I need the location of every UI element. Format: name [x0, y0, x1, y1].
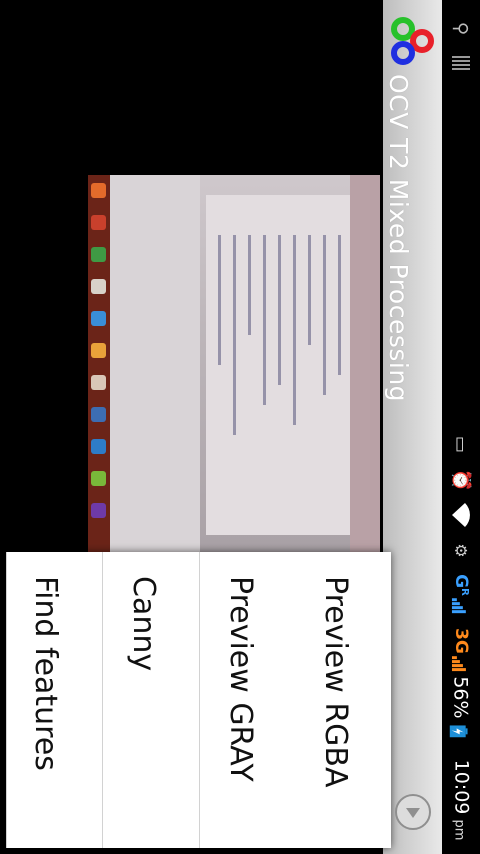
app-title: OCV T2 Mixed Processing	[384, 74, 413, 403]
photo-dock	[88, 175, 110, 555]
network-signal-3g: 3G	[442, 622, 480, 678]
back-arrow-icon	[406, 808, 420, 818]
usb-icon: ⚲	[450, 21, 472, 35]
screen-rotation-icon: ▭	[450, 435, 472, 453]
wifi-icon	[442, 500, 480, 530]
usb-debugging-icon: ⚙	[451, 542, 471, 558]
opencv-logo	[391, 17, 434, 65]
camera-frame-photo	[88, 175, 380, 555]
battery-icon	[450, 725, 469, 738]
menu-item-preview-gray[interactable]: Preview GRAY	[199, 552, 296, 848]
battery-percent: 56%	[450, 676, 473, 719]
overflow-menu: Preview RGBA Preview GRAY Canny Find fea…	[6, 552, 391, 848]
menu-item-preview-rgba[interactable]: Preview RGBA	[295, 552, 391, 848]
photo-sidebar	[110, 175, 200, 555]
battery-indicator: 56%	[442, 676, 480, 738]
photo-window-titlebar	[350, 175, 380, 555]
status-bar: ⚲ ▭ ⏰ ⚙ GR 3G 56% 10:09 pm	[442, 0, 480, 854]
clock: 10:09 pm	[450, 759, 472, 841]
menu-item-label: Canny	[126, 576, 161, 672]
navigation-bar	[392, 791, 442, 837]
network-signal-g: GR	[442, 566, 480, 622]
back-button[interactable]	[395, 794, 431, 830]
overflow-icon	[442, 52, 480, 74]
menu-item-label: Preview GRAY	[223, 576, 258, 782]
action-bar: OCV T2 Mixed Processing	[383, 0, 442, 854]
menu-item-find-features[interactable]: Find features	[6, 552, 103, 848]
menu-item-label: Preview RGBA	[318, 576, 353, 788]
menu-item-label: Find features	[28, 576, 63, 771]
alarm-icon: ⏰	[450, 468, 472, 492]
menu-item-canny[interactable]: Canny	[102, 552, 200, 848]
